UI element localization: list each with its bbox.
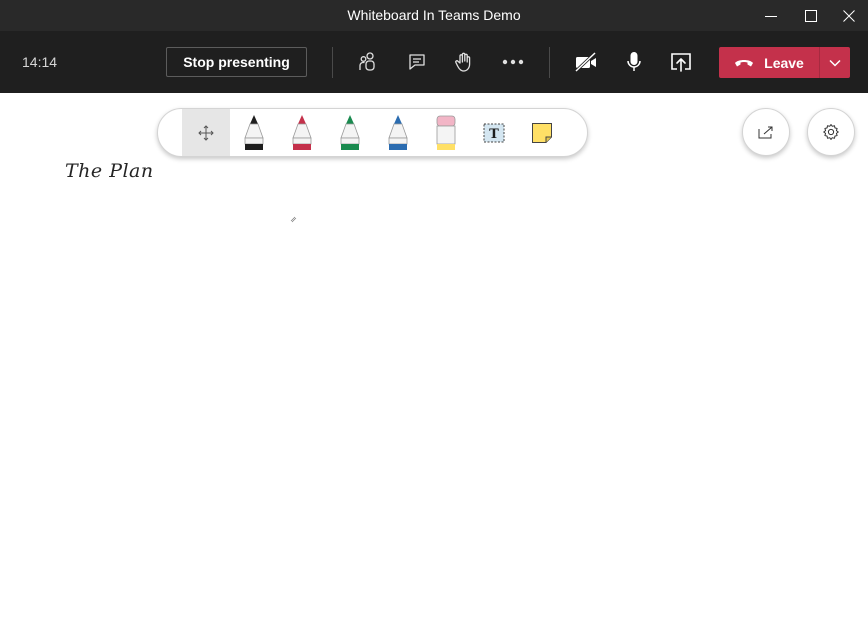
sticky-note[interactable] xyxy=(518,109,566,156)
pen-icon xyxy=(244,114,264,150)
separator xyxy=(332,47,333,78)
chat-button[interactable] xyxy=(401,46,433,78)
close-button[interactable] xyxy=(829,0,868,31)
pen-icon xyxy=(340,114,360,150)
chat-icon xyxy=(409,54,425,70)
meeting-time: 14:14 xyxy=(22,54,58,70)
settings-button[interactable] xyxy=(807,108,855,156)
leave-options-dropdown[interactable] xyxy=(820,47,850,78)
microphone-icon xyxy=(627,52,641,71)
window-title: Whiteboard In Teams Demo xyxy=(347,7,521,23)
participants-button[interactable] xyxy=(352,46,384,78)
maximize-icon xyxy=(805,9,817,22)
chevron-down-icon xyxy=(829,59,841,67)
leave-button[interactable]: Leave xyxy=(719,47,850,78)
move-arrows-icon xyxy=(198,124,214,141)
more-icon xyxy=(502,59,524,65)
pen-green[interactable] xyxy=(326,109,374,156)
whiteboard-text-note[interactable]: The Plan xyxy=(65,160,154,182)
eraser[interactable] xyxy=(422,109,470,156)
people-icon xyxy=(359,52,375,71)
maximize-button[interactable] xyxy=(791,0,831,31)
separator xyxy=(549,47,550,78)
share-screen-icon xyxy=(671,53,691,72)
minimize-icon xyxy=(765,15,777,17)
export-icon xyxy=(758,126,773,139)
whiteboard-toolbar: T xyxy=(157,108,588,157)
title-bar: Whiteboard In Teams Demo xyxy=(0,0,868,31)
phone-hangup-icon xyxy=(735,59,754,66)
text-tool[interactable]: T xyxy=(470,109,518,156)
leave-main[interactable]: Leave xyxy=(719,47,819,78)
text-box-icon: T xyxy=(483,123,505,142)
close-icon xyxy=(843,9,855,22)
svg-text:T: T xyxy=(489,127,499,142)
sticky-note-icon xyxy=(532,122,552,143)
meeting-control-bar: 14:14 Stop presenting Leave xyxy=(0,31,868,93)
move-tool[interactable] xyxy=(182,109,230,156)
minimize-button[interactable] xyxy=(751,0,791,31)
pen-black[interactable] xyxy=(230,109,278,156)
more-options-button[interactable] xyxy=(497,46,529,78)
pen-icon xyxy=(292,114,312,150)
gear-icon xyxy=(823,124,839,140)
share-screen-button[interactable] xyxy=(665,46,697,78)
pen-icon xyxy=(388,114,408,150)
camera-toggle-button[interactable] xyxy=(570,46,602,78)
raise-hand-button[interactable] xyxy=(448,46,480,78)
share-export-button[interactable] xyxy=(742,108,790,156)
pen-blue[interactable] xyxy=(374,109,422,156)
ink-stroke xyxy=(290,216,297,223)
camera-off-icon xyxy=(574,52,597,72)
eraser-icon xyxy=(436,115,456,150)
stop-presenting-button[interactable]: Stop presenting xyxy=(166,47,307,77)
microphone-button[interactable] xyxy=(618,46,650,78)
hand-icon xyxy=(455,52,471,72)
pen-red[interactable] xyxy=(278,109,326,156)
leave-label: Leave xyxy=(764,54,804,71)
